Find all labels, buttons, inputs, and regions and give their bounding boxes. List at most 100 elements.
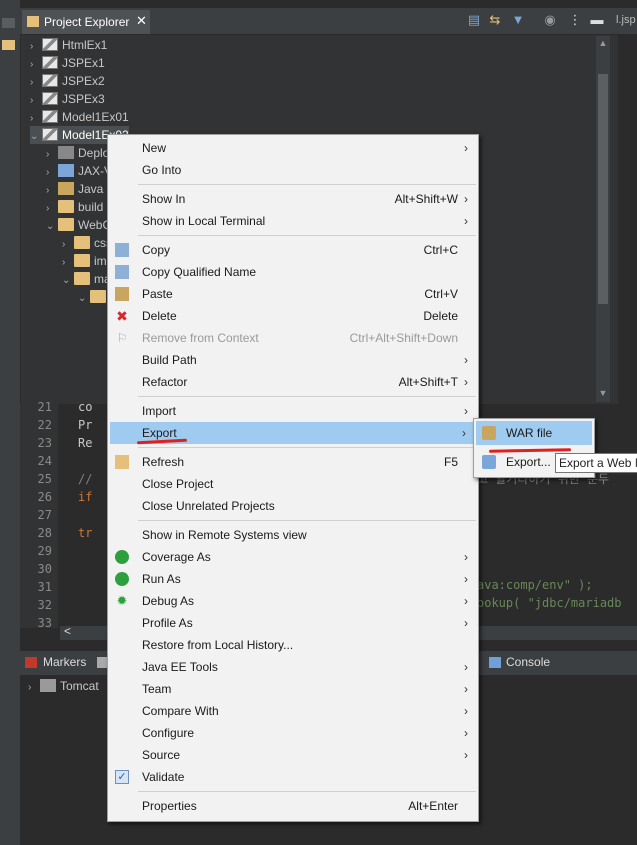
- tree-item[interactable]: ⌄: [78, 288, 110, 306]
- context-menu: New › Go Into Show In Alt+Shift+W › Show in Lo…: [107, 134, 479, 822]
- menu-item-show-in-remote-systems-view[interactable]: Show in Remote Systems view: [108, 524, 478, 546]
- menu-item-validate[interactable]: ✓ Validate: [108, 766, 478, 788]
- menu-item-new[interactable]: New ›: [108, 137, 478, 159]
- tree-item[interactable]: ⌄ ma: [62, 270, 111, 288]
- tree-item[interactable]: › css: [62, 234, 112, 252]
- code-line[interactable]: co: [78, 398, 92, 416]
- line-number: 29: [37, 544, 52, 558]
- pin-icon[interactable]: [2, 18, 15, 28]
- menu-item-refactor[interactable]: Refactor Alt+Shift+T ›: [108, 371, 478, 393]
- properties-icon[interactable]: [97, 657, 107, 668]
- line-number: 25: [37, 472, 52, 486]
- menu-item-show-in-local-terminal[interactable]: Show in Local Terminal ›: [108, 210, 478, 232]
- chevron-right-icon: ›: [464, 660, 468, 674]
- tree-item[interactable]: › Java R: [46, 180, 115, 198]
- menu-item-team[interactable]: Team ›: [108, 678, 478, 700]
- chevron-right-icon[interactable]: ›: [28, 679, 40, 697]
- code-line[interactable]: if: [78, 488, 92, 506]
- menu-item-label: Export...: [506, 455, 551, 469]
- menu-item-paste[interactable]: Paste Ctrl+V: [108, 283, 478, 305]
- left-trim-bar: [0, 0, 20, 845]
- copy-icon: [115, 243, 129, 257]
- menu-item-import[interactable]: Import ›: [108, 400, 478, 422]
- menu-separator: [138, 520, 476, 521]
- menu-item-label: Go Into: [142, 163, 182, 177]
- chevron-down-icon[interactable]: ⌄: [46, 218, 58, 236]
- close-icon[interactable]: ✕: [136, 13, 147, 29]
- menu-item-war-file[interactable]: WAR file: [476, 421, 592, 445]
- chevron-right-icon: ›: [464, 404, 468, 418]
- view-menu-icon[interactable]: ⋮: [568, 13, 582, 27]
- project-explorer-scrollbar[interactable]: ▲ ▼: [596, 36, 610, 402]
- menu-item-accelerator: Alt+Enter: [408, 799, 458, 813]
- menu-item-java-ee-tools[interactable]: Java EE Tools ›: [108, 656, 478, 678]
- menu-item-label: Restore from Local History...: [142, 638, 294, 652]
- menu-item-label: Compare With: [142, 704, 219, 718]
- menu-item-properties[interactable]: Properties Alt+Enter: [108, 795, 478, 817]
- code-line[interactable]: tr: [78, 524, 92, 542]
- menu-item-close-unrelated-projects[interactable]: Close Unrelated Projects: [108, 495, 478, 517]
- menu-item-source[interactable]: Source ›: [108, 744, 478, 766]
- menu-item-label: Run As: [142, 572, 181, 586]
- tree-item[interactable]: › build: [46, 198, 103, 216]
- menu-item-show-in[interactable]: Show In Alt+Shift+W ›: [108, 188, 478, 210]
- minimize-icon[interactable]: ▬: [590, 13, 604, 27]
- project-explorer-tab[interactable]: Project Explorer ✕: [22, 10, 150, 34]
- scroll-left-icon[interactable]: <: [64, 624, 71, 638]
- code-line[interactable]: Pr: [78, 416, 92, 434]
- chevron-down-icon[interactable]: ⌄: [30, 128, 42, 146]
- chevron-right-icon: ›: [464, 616, 468, 630]
- menu-separator: [138, 396, 476, 397]
- check-icon: ✓: [115, 770, 129, 784]
- menu-item-compare-with[interactable]: Compare With ›: [108, 700, 478, 722]
- menu-item-go-into[interactable]: Go Into: [108, 159, 478, 181]
- menu-item-delete[interactable]: ✖ Delete Delete: [108, 305, 478, 327]
- menu-item-label: Validate: [142, 770, 185, 784]
- web-project-icon: [42, 56, 58, 69]
- menu-item-close-project[interactable]: Close Project: [108, 473, 478, 495]
- scroll-up-icon[interactable]: ▲: [598, 38, 608, 48]
- scrollbar-thumb[interactable]: [598, 74, 608, 304]
- package-explorer-icon[interactable]: [2, 40, 15, 50]
- project-explorer-icon: [27, 16, 39, 27]
- tree-item[interactable]: › HtmlEx1: [30, 36, 107, 54]
- menu-item-restore-from-local-history[interactable]: Restore from Local History...: [108, 634, 478, 656]
- menu-separator: [138, 791, 476, 792]
- server-item[interactable]: › Tomcat: [28, 677, 99, 695]
- tree-item[interactable]: › Model1Ex01: [30, 108, 129, 126]
- focus-icon[interactable]: ◉: [543, 13, 557, 27]
- menu-item-refresh[interactable]: Refresh F5: [108, 451, 478, 473]
- chevron-right-icon: ›: [464, 594, 468, 608]
- menu-item-copy[interactable]: Copy Ctrl+C: [108, 239, 478, 261]
- line-number: 24: [37, 454, 52, 468]
- menu-item-coverage-as[interactable]: Coverage As ›: [108, 546, 478, 568]
- collapse-all-icon[interactable]: ▤: [467, 13, 481, 27]
- tree-item[interactable]: › JSPEx2: [30, 72, 105, 90]
- tree-item[interactable]: › JSPEx1: [30, 54, 105, 72]
- code-line[interactable]: //: [78, 470, 92, 488]
- menu-item-run-as[interactable]: Run As ›: [108, 568, 478, 590]
- menu-item-debug-as[interactable]: ✹ Debug As ›: [108, 590, 478, 612]
- menu-item-configure[interactable]: Configure ›: [108, 722, 478, 744]
- tree-item[interactable]: › im: [62, 252, 107, 270]
- link-with-editor-icon[interactable]: ⇆: [488, 13, 502, 27]
- tab-console[interactable]: Console: [487, 651, 587, 675]
- line-number: 21: [37, 400, 52, 414]
- menu-item-profile-as[interactable]: Profile As ›: [108, 612, 478, 634]
- chevron-down-icon[interactable]: ⌄: [62, 272, 74, 290]
- menu-item-build-path[interactable]: Build Path ›: [108, 349, 478, 371]
- menu-item-label: Source: [142, 748, 181, 762]
- tree-item[interactable]: › JAX-V: [46, 162, 112, 180]
- tree-item[interactable]: › JSPEx3: [30, 90, 105, 108]
- chevron-down-icon[interactable]: ⌄: [78, 290, 90, 308]
- tree-item[interactable]: › Deplo: [46, 144, 109, 162]
- menu-item-copy-qualified-name[interactable]: Copy Qualified Name: [108, 261, 478, 283]
- menu-item-label: Java EE Tools: [142, 660, 218, 674]
- editor-tab-jsp[interactable]: l.jsp: [611, 8, 637, 34]
- scroll-down-icon[interactable]: ▼: [598, 388, 608, 398]
- code-line[interactable]: Re: [78, 434, 92, 452]
- filter-icon[interactable]: ▼: [511, 13, 525, 27]
- tree-item[interactable]: ⌄ WebC: [46, 216, 111, 234]
- tab-markers[interactable]: Markers: [20, 651, 107, 675]
- line-number: 26: [37, 490, 52, 504]
